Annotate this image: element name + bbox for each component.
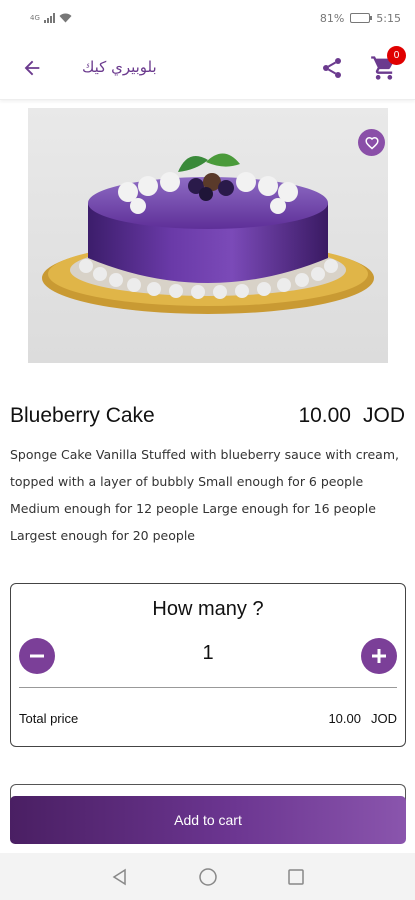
cake-illustration xyxy=(42,153,374,314)
signal-icon xyxy=(43,13,55,23)
share-button[interactable] xyxy=(318,54,346,82)
price-amount: 10.00 xyxy=(298,404,351,427)
increase-quantity-button[interactable] xyxy=(361,638,397,674)
battery-percent: 81% xyxy=(319,11,345,25)
circle-home-icon xyxy=(199,868,217,886)
divider xyxy=(19,687,397,688)
network-type: 4G xyxy=(30,14,40,22)
arrow-back-icon xyxy=(24,60,40,76)
total-price-label: Total price xyxy=(19,711,79,726)
triangle-back-icon xyxy=(112,868,126,886)
nav-back-button[interactable] xyxy=(108,865,132,889)
product-price: 10.00 JOD xyxy=(298,404,405,428)
system-nav-bar xyxy=(0,853,415,900)
wifi-icon xyxy=(59,13,72,23)
add-to-cart-button[interactable]: Add to cart xyxy=(10,796,406,844)
total-currency: JOD xyxy=(371,711,397,726)
quantity-card: How many ? 1 Total price 10.00 JOD xyxy=(10,583,406,747)
price-currency: JOD xyxy=(363,404,405,427)
nav-recents-button[interactable] xyxy=(284,865,308,889)
quantity-title: How many ? xyxy=(152,598,264,620)
plus-icon xyxy=(372,649,386,663)
total-price-value: 10.00 JOD xyxy=(328,711,397,726)
quantity-value: 1 xyxy=(202,642,214,664)
clock: 5:15 xyxy=(376,11,401,25)
share-icon xyxy=(323,58,341,78)
status-bar: 4G 81% 5:15 xyxy=(0,0,415,36)
status-left: 4G xyxy=(30,13,72,23)
square-recents-icon xyxy=(288,869,304,885)
app-bar: بلوبيري كيك 0 xyxy=(0,36,415,100)
page-title: بلوبيري كيك xyxy=(82,58,157,76)
product-name: Blueberry Cake xyxy=(10,404,155,427)
back-button[interactable] xyxy=(18,54,46,82)
product-description: Sponge Cake Vanilla Stuffed with blueber… xyxy=(10,447,399,543)
product-image xyxy=(28,108,388,363)
nav-home-button[interactable] xyxy=(196,865,220,889)
cart-count-badge: 0 xyxy=(387,46,406,65)
total-amount: 10.00 xyxy=(328,711,361,726)
cart-button[interactable]: 0 xyxy=(370,46,406,84)
status-right: 81% 5:15 xyxy=(320,12,401,25)
battery-icon xyxy=(350,13,373,23)
favorite-button[interactable] xyxy=(358,129,385,156)
heart-icon xyxy=(364,136,379,149)
